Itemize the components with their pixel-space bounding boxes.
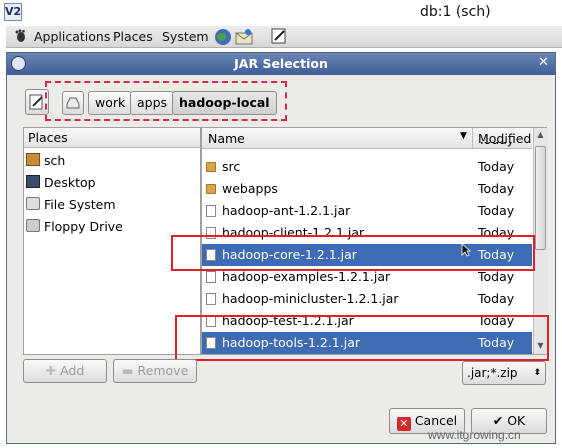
file-row-src[interactable]: src Today [202, 156, 532, 178]
file-icon [206, 205, 216, 217]
mouse-cursor-icon [461, 243, 471, 257]
gnome-foot-icon[interactable] [14, 29, 28, 46]
highlight-box-hadoop-core [171, 235, 535, 271]
edit-pencil-icon [29, 94, 43, 110]
gnome-top-panel: Applications Places System [6, 26, 562, 48]
place-item-sch[interactable]: sch [26, 151, 65, 171]
watermark: www.itgrowing.cn [428, 428, 521, 442]
places-header[interactable]: Places [24, 128, 200, 148]
place-item-desktop[interactable]: Desktop [26, 173, 96, 193]
vnc-logo-icon: V2 [4, 3, 22, 21]
combo-arrows-icon: ⬍ [533, 368, 541, 378]
close-icon[interactable]: ✕ [536, 56, 551, 71]
jar-selection-dialog: JAR Selection ✕ work apps hadoop-local P… [6, 52, 556, 444]
mail-launcher-icon[interactable] [234, 27, 254, 50]
file-icon [206, 293, 216, 305]
sort-descending-icon[interactable]: ▼ [460, 131, 467, 141]
menu-places[interactable]: Places [113, 29, 153, 44]
folder-icon [206, 162, 216, 172]
menu-applications[interactable]: Applications [34, 29, 110, 44]
vnc-titlebar: V2 db:1 (sch) [0, 0, 562, 26]
file-type-filter-combo[interactable]: .jar;*.zip ⬍ [462, 361, 546, 385]
ok-icon: ✔ [492, 413, 504, 428]
file-row-partial[interactable]: Today [202, 142, 532, 150]
folder-icon [206, 184, 216, 194]
desktop-icon [26, 175, 40, 188]
web-browser-launcher-icon[interactable] [213, 27, 233, 50]
file-row-webapps[interactable]: webapps Today [202, 178, 532, 200]
file-icon [206, 271, 216, 283]
scrollbar-thumb[interactable] [535, 146, 546, 250]
highlight-box-hadoop-tools [175, 315, 549, 361]
home-icon [26, 153, 40, 166]
dialog-title: JAR Selection [234, 56, 328, 71]
floppy-icon [26, 219, 40, 232]
place-item-file-system[interactable]: File System [26, 195, 116, 215]
drive-icon [26, 197, 40, 210]
add-button[interactable]: ✚ Add [23, 359, 107, 383]
cancel-icon: ✕ [396, 417, 411, 431]
remove-button[interactable]: ▬ Remove [113, 359, 197, 383]
dialog-titlebar: JAR Selection ✕ [7, 53, 555, 75]
remove-icon: ▬ [121, 363, 138, 378]
vnc-window-title: db:1 (sch) [420, 4, 491, 20]
file-row-hadoop-minicluster[interactable]: hadoop-minicluster-1.2.1.jar Today [202, 288, 532, 310]
menu-system[interactable]: System [162, 29, 209, 44]
file-type-filter-value: .jar;*.zip [467, 366, 518, 380]
scroll-up-icon[interactable]: ▲ [535, 129, 546, 141]
note-launcher-icon[interactable] [270, 27, 288, 48]
add-icon: ✚ [45, 363, 61, 378]
place-item-floppy-drive[interactable]: Floppy Drive [26, 217, 123, 237]
breadcrumb-annotation-box [45, 81, 287, 121]
file-row-hadoop-ant[interactable]: hadoop-ant-1.2.1.jar Today [202, 200, 532, 222]
